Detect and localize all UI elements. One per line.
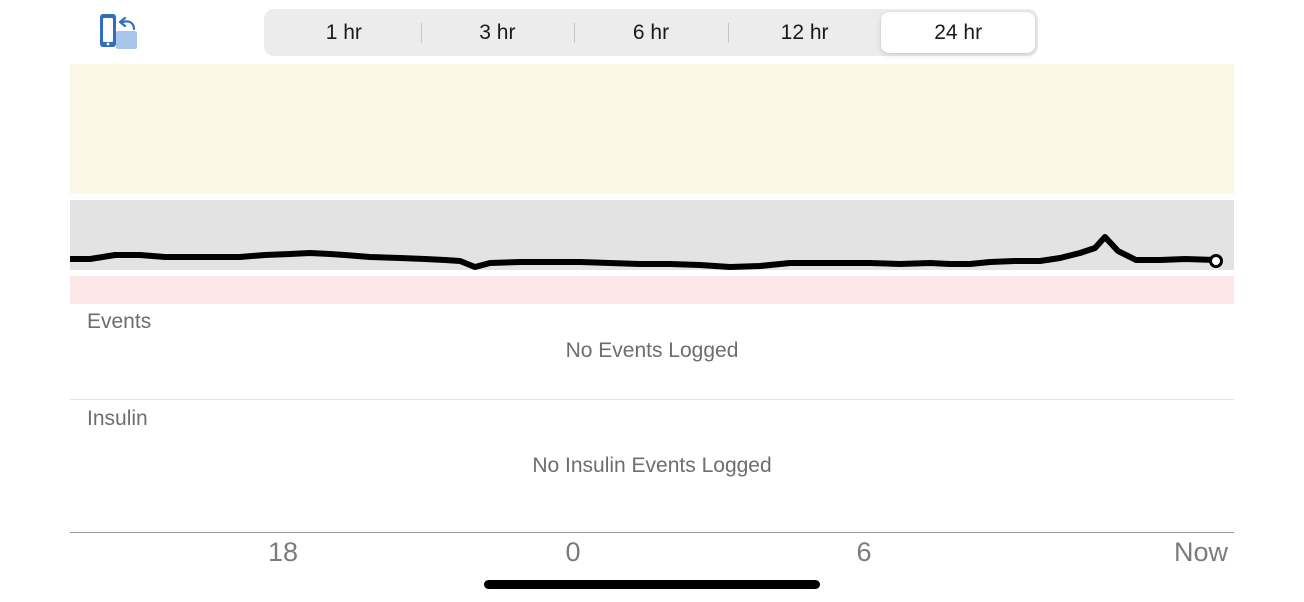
- range-option-12hr[interactable]: 12 hr: [727, 12, 882, 53]
- rotate-device-button[interactable]: [97, 12, 141, 52]
- insulin-empty-message: No Insulin Events Logged: [532, 454, 772, 477]
- time-axis-line: [70, 532, 1234, 533]
- current-glucose-marker: [1209, 254, 1223, 268]
- range-option-label: 3 hr: [479, 20, 516, 44]
- range-option-label: 1 hr: [325, 20, 362, 44]
- time-axis-tick: 0: [565, 537, 581, 567]
- range-option-1hr[interactable]: 1 hr: [267, 12, 421, 53]
- range-option-label: 12 hr: [780, 20, 829, 44]
- range-option-label: 24 hr: [934, 20, 983, 44]
- range-option-6hr[interactable]: 6 hr: [574, 12, 728, 53]
- events-empty-message: No Events Logged: [565, 339, 739, 362]
- range-option-label: 6 hr: [632, 20, 670, 44]
- rotate-device-icon: [100, 14, 137, 49]
- events-section-label: Events: [87, 310, 152, 333]
- time-axis-tick: 18: [267, 537, 299, 567]
- insulin-section-label: Insulin: [87, 407, 148, 430]
- time-axis-tick: 6: [856, 537, 872, 567]
- glucose-trace-plot: [70, 234, 1223, 270]
- glucose-trace-line: [70, 234, 1219, 270]
- range-option-24hr[interactable]: 24 hr: [881, 12, 1035, 53]
- time-axis-tick: Now: [1173, 537, 1229, 567]
- home-indicator[interactable]: [484, 580, 820, 589]
- time-range-selector: 1 hr 3 hr 6 hr 12 hr 24 hr: [264, 9, 1038, 56]
- section-divider: [70, 399, 1234, 400]
- glucose-chart[interactable]: [70, 64, 1234, 304]
- range-option-3hr[interactable]: 3 hr: [420, 12, 575, 53]
